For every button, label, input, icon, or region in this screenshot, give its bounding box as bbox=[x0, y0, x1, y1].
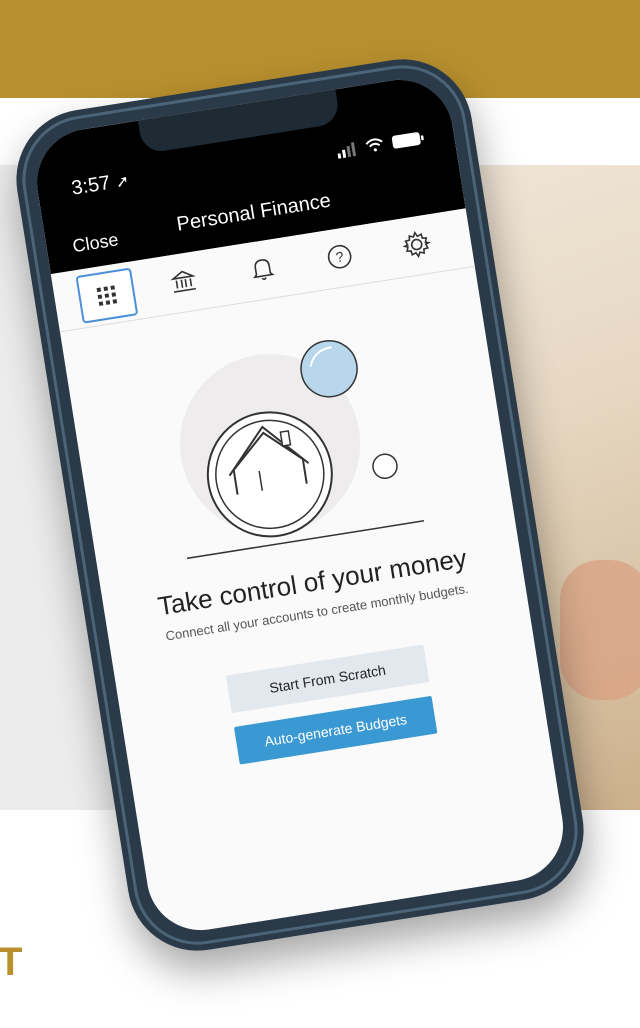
bell-icon bbox=[253, 259, 275, 281]
location-arrow-icon: ➚ bbox=[114, 172, 131, 192]
battery-icon bbox=[391, 132, 424, 149]
brand-letter: T bbox=[0, 940, 23, 984]
svg-text:?: ? bbox=[335, 248, 345, 265]
signal-icon bbox=[337, 142, 357, 159]
tab-apps[interactable] bbox=[75, 267, 139, 324]
house-illustration bbox=[180, 340, 425, 560]
status-icons bbox=[336, 128, 430, 165]
status-time-text: 3:57 bbox=[70, 171, 112, 200]
apps-grid-icon bbox=[96, 285, 118, 306]
tab-accounts[interactable] bbox=[154, 256, 212, 308]
tab-settings[interactable] bbox=[388, 219, 446, 271]
status-time: 3:57 ➚ bbox=[70, 169, 131, 201]
tab-help[interactable]: ? bbox=[311, 231, 369, 283]
bank-icon bbox=[170, 270, 196, 293]
hand-photo-detail bbox=[560, 560, 640, 700]
wifi-icon bbox=[365, 138, 383, 152]
gear-icon bbox=[402, 230, 432, 259]
phone-notch bbox=[137, 89, 341, 155]
help-icon: ? bbox=[327, 244, 352, 269]
tab-notifications[interactable] bbox=[233, 243, 291, 295]
